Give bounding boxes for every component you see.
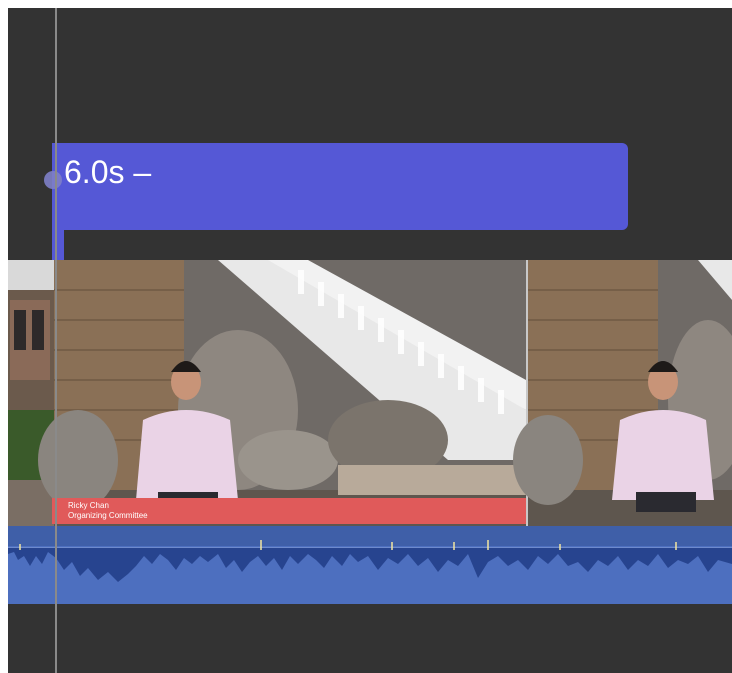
video-thumbnails (8, 260, 732, 526)
lower-third-name: Ricky Chan (68, 501, 109, 510)
video-thumbnail-2 (38, 260, 526, 526)
playhead[interactable] (55, 8, 57, 673)
audio-track[interactable] (8, 526, 732, 604)
clip-resize-handle[interactable] (44, 171, 62, 189)
video-track[interactable] (8, 260, 732, 526)
audio-waveform (8, 526, 732, 582)
caption-clip[interactable]: 6.0s – (52, 143, 628, 270)
lower-third-clip[interactable]: Ricky Chan Organizing Committee (52, 498, 526, 524)
timeline-editor: 6.0s – Ricky Chan Organizing Committee (8, 8, 732, 673)
video-thumbnail-3 (513, 260, 732, 526)
lower-third-role: Organizing Committee (68, 511, 148, 520)
caption-clip-label: 6.0s – (64, 154, 152, 190)
